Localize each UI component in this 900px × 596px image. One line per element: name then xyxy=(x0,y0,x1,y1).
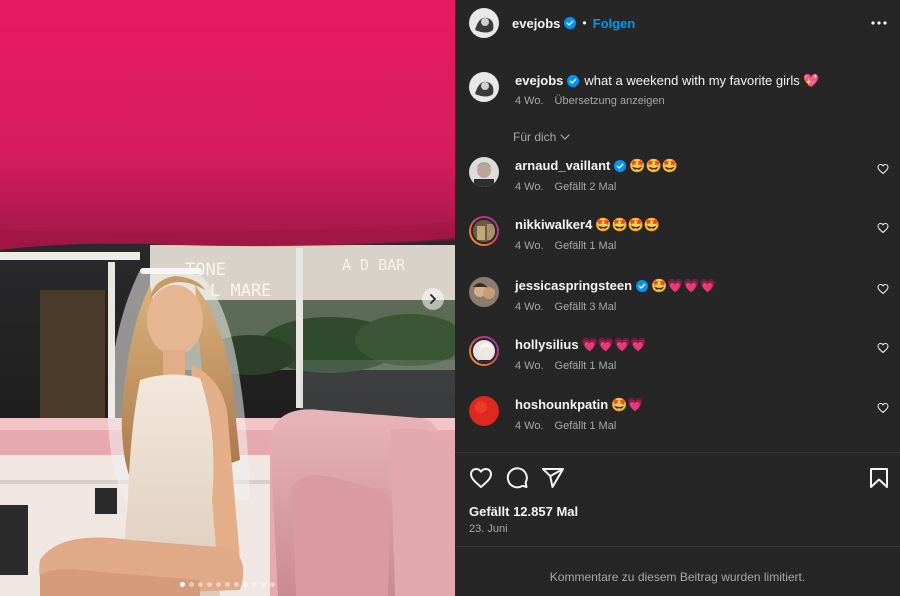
action-bar xyxy=(469,466,889,490)
share-icon[interactable] xyxy=(541,466,565,490)
comment-username[interactable]: hoshounkpatin xyxy=(515,397,608,412)
carousel-indicator xyxy=(0,582,455,587)
neon-sign-3: A D BAR xyxy=(342,256,406,274)
chevron-down-icon xyxy=(560,134,570,140)
avatar[interactable] xyxy=(469,8,499,38)
avatar[interactable] xyxy=(469,157,499,187)
comment-text: 🤩🤩🤩 xyxy=(629,159,678,174)
post-panel: evejobs • Folgen evejobs what a weekend … xyxy=(455,0,900,596)
bookmark-icon[interactable] xyxy=(867,466,891,490)
post-photo[interactable]: TONE L MARE A D BAR xyxy=(0,0,455,596)
comment-likes[interactable]: Gefällt 1 Mal xyxy=(555,360,617,372)
comment-username[interactable]: arnaud_vaillant xyxy=(515,158,610,173)
comment-likes[interactable]: Gefällt 1 Mal xyxy=(555,420,617,432)
heart-icon[interactable] xyxy=(877,402,889,414)
comment-filter-label: Für dich xyxy=(513,130,557,144)
comment-likes[interactable]: Gefällt 3 Mal xyxy=(555,301,617,313)
comment-text: 💗💗💗💗 xyxy=(581,338,647,353)
heart-icon[interactable] xyxy=(469,466,493,490)
more-options-button[interactable] xyxy=(870,14,888,32)
heart-icon[interactable] xyxy=(877,222,889,234)
comment-filter-dropdown[interactable]: Für dich xyxy=(513,130,570,144)
comment-item: hoshounkpatin 🤩💗 4 Wo. Gefällt 1 Mal xyxy=(469,396,889,432)
heart-icon[interactable] xyxy=(877,163,889,175)
comment-likes[interactable]: Gefällt 2 Mal xyxy=(555,181,617,193)
carousel-dot xyxy=(225,582,230,587)
verified-icon xyxy=(564,17,577,29)
post-author-username[interactable]: evejobs xyxy=(512,16,560,31)
heart-icon[interactable] xyxy=(877,283,889,295)
comment-time[interactable]: 4 Wo. xyxy=(515,360,544,372)
post-date[interactable]: 23. Juni xyxy=(469,523,508,535)
comment-text: 🤩🤩🤩🤩 xyxy=(595,218,661,233)
comment-username[interactable]: jessicaspringsteen xyxy=(515,278,632,293)
comment-likes[interactable]: Gefällt 1 Mal xyxy=(555,240,617,252)
comment-item: jessicaspringsteen 🤩💗💗💗 4 Wo. Gefällt 3 M… xyxy=(469,277,889,313)
like-count[interactable]: Gefällt 12.857 Mal xyxy=(469,504,578,519)
avatar[interactable] xyxy=(469,277,499,307)
comment-time[interactable]: 4 Wo. xyxy=(515,240,544,252)
post-header: evejobs • Folgen xyxy=(455,0,900,46)
comment-text: 🤩💗 xyxy=(611,398,644,413)
carousel-dot xyxy=(252,582,257,587)
post-caption: evejobs what a weekend with my favorite g… xyxy=(469,72,889,107)
verified-icon xyxy=(567,75,580,87)
comment-time[interactable]: 4 Wo. xyxy=(515,420,544,432)
post-image: TONE L MARE A D BAR xyxy=(0,0,455,596)
carousel-dot xyxy=(270,582,275,587)
comment-icon[interactable] xyxy=(505,466,529,490)
comment-item: hollysilius 💗💗💗💗 4 Wo. Gefällt 1 Mal xyxy=(469,336,889,372)
divider xyxy=(455,452,900,453)
comment-username[interactable]: nikkiwalker4 xyxy=(515,217,592,232)
post-viewer: TONE L MARE A D BAR evejobs • Folgen eve… xyxy=(0,0,900,596)
follow-button[interactable]: Folgen xyxy=(593,16,636,31)
comment-item: arnaud_vaillant 🤩🤩🤩 4 Wo. Gefällt 2 Mal xyxy=(469,157,889,193)
caption-text: what a weekend with my favorite girls 💖 xyxy=(584,73,820,88)
caption-time[interactable]: 4 Wo. xyxy=(515,95,544,107)
comment-time[interactable]: 4 Wo. xyxy=(515,301,544,313)
comments-limited-notice: Kommentare zu diesem Beitrag wurden limi… xyxy=(549,570,806,584)
comment-item: nikkiwalker4 🤩🤩🤩🤩 4 Wo. Gefällt 1 Mal xyxy=(469,216,889,252)
verified-icon xyxy=(614,160,627,172)
carousel-dot xyxy=(189,582,194,587)
neon-sign-2: L MARE xyxy=(210,281,271,301)
avatar[interactable] xyxy=(469,336,499,366)
carousel-dot xyxy=(234,582,239,587)
avatar[interactable] xyxy=(469,72,499,102)
verified-icon xyxy=(636,280,649,292)
carousel-dot xyxy=(261,582,266,587)
chevron-right-icon xyxy=(430,294,437,304)
more-icon xyxy=(871,21,887,25)
carousel-dot xyxy=(198,582,203,587)
separator-dot: • xyxy=(582,16,587,30)
carousel-dot xyxy=(243,582,248,587)
carousel-dot xyxy=(207,582,212,587)
carousel-dot xyxy=(216,582,221,587)
comment-text: 🤩💗💗💗 xyxy=(651,279,716,294)
carousel-dot xyxy=(180,582,185,587)
heart-icon[interactable] xyxy=(877,342,889,354)
divider xyxy=(455,546,900,547)
avatar[interactable] xyxy=(469,216,499,246)
translate-button[interactable]: Übersetzung anzeigen xyxy=(555,95,665,107)
next-image-button[interactable] xyxy=(422,288,444,310)
caption-username[interactable]: evejobs xyxy=(515,73,563,88)
comment-username[interactable]: hollysilius xyxy=(515,337,579,352)
comment-time[interactable]: 4 Wo. xyxy=(515,181,544,193)
avatar[interactable] xyxy=(469,396,499,426)
